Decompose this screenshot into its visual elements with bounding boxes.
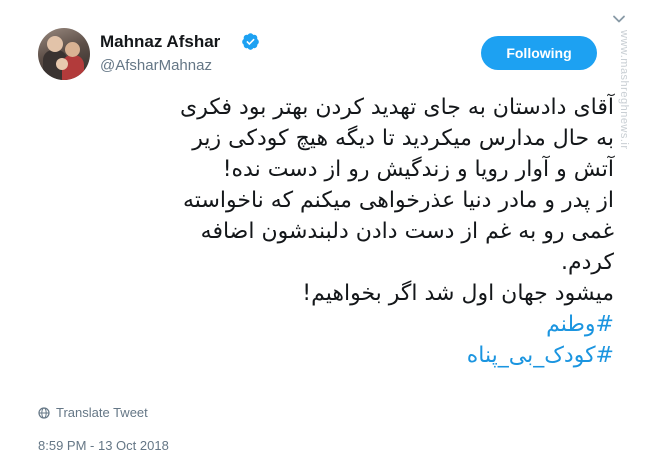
tweet-line: از پدر و مادر دنیا عذرخواهی میکنم که ناخ… — [183, 188, 614, 213]
tweet-line: کردم. — [560, 250, 614, 275]
verified-badge-icon — [242, 33, 259, 50]
avatar-figure-head — [65, 42, 80, 57]
tweet-text: آقای دادستان به جای تهدید کردن بهتر بود … — [32, 92, 614, 371]
translate-tweet-label: Translate Tweet — [56, 405, 148, 420]
watermark: www.mashreghnews.ir — [618, 30, 630, 150]
tweet-line: به حال مدارس میکردید تا دیگه هیچ کودکی ز… — [192, 126, 614, 151]
following-button[interactable]: Following — [481, 36, 597, 70]
tweet-line: آتش و آوار رویا و زندگیش رو از دست نده! — [222, 157, 614, 182]
avatar-figure-head — [47, 36, 63, 52]
tweet-line: غمی رو به غم از دست دادن دلبندشون اضافه — [200, 219, 614, 244]
tweet-line: میشود جهان اول شد اگر بخواهیم! — [302, 281, 614, 306]
avatar-figure-head — [56, 58, 68, 70]
avatar[interactable] — [38, 28, 90, 80]
translate-tweet-link[interactable]: Translate Tweet — [38, 405, 148, 420]
tweet-line: آقای دادستان به جای تهدید کردن بهتر بود … — [180, 95, 614, 120]
author-name[interactable]: Mahnaz Afshar — [100, 32, 220, 52]
chevron-down-icon[interactable] — [612, 12, 626, 26]
globe-icon — [38, 406, 50, 419]
hashtag-link[interactable]: #وطنم — [32, 309, 614, 340]
author-handle[interactable]: @AfsharMahnaz — [100, 57, 212, 74]
tweet-timestamp[interactable]: 8:59 PM - 13 Oct 2018 — [38, 438, 169, 453]
hashtag-link[interactable]: #کودک_بی_پناه — [32, 340, 614, 371]
